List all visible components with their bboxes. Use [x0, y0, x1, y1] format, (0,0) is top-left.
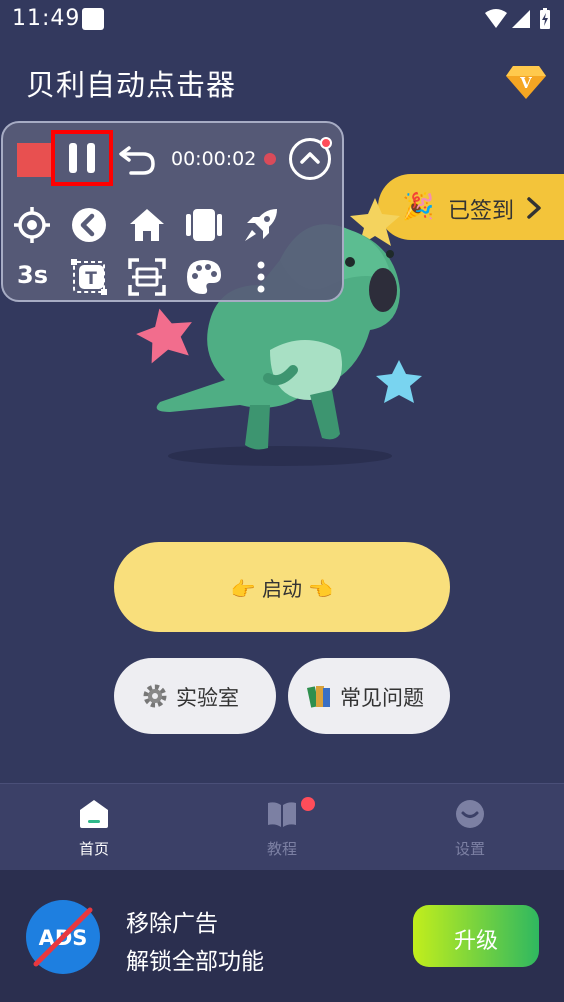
text-recognition-icon[interactable]: T [69, 257, 109, 297]
no-ads-icon: ADS [26, 900, 100, 974]
pause-icon-bar [87, 143, 95, 173]
tab-settings[interactable]: 设置 [376, 784, 564, 871]
back-icon[interactable] [69, 205, 109, 245]
ad-title: 移除广告 [126, 911, 218, 937]
notification-dot [320, 137, 332, 149]
status-bar: 11:49 [0, 0, 564, 40]
ad-subtitle: 解锁全部功能 [126, 949, 264, 975]
smile-icon [456, 800, 484, 828]
recording-timer: 00:00:02 [171, 148, 257, 170]
recents-icon[interactable] [184, 205, 224, 245]
star-pink [136, 308, 192, 364]
tab-settings-label: 设置 [454, 840, 485, 858]
home-tab-icon [80, 800, 108, 828]
star-blue [376, 360, 422, 403]
recording-dot-icon [264, 153, 276, 165]
target-icon[interactable] [12, 205, 52, 245]
pause-icon [69, 143, 77, 173]
upgrade-button-label: 升级 [453, 929, 498, 954]
undo-icon[interactable] [117, 139, 159, 177]
floating-control-panel: 00:00:02 3s T [1, 121, 344, 302]
faq-button[interactable]: 常见问题 [288, 658, 450, 734]
tab-home[interactable]: 首页 [0, 784, 188, 871]
status-icons [485, 8, 550, 29]
wifi-icon [485, 9, 507, 28]
tab-tutorial[interactable]: 教程 [188, 784, 376, 871]
status-time: 11:49 [12, 6, 81, 31]
svg-text:T: T [85, 269, 97, 289]
palette-icon[interactable] [184, 257, 224, 297]
scan-icon[interactable] [127, 257, 167, 297]
lab-button[interactable]: 实验室 [114, 658, 276, 734]
gear-icon [143, 684, 167, 708]
signin-label: 已签到 [448, 199, 515, 224]
more-vertical-icon[interactable] [241, 257, 281, 297]
faq-button-label: 常见问题 [340, 686, 424, 710]
tutorial-badge [301, 797, 315, 811]
chevron-right-icon [527, 197, 541, 219]
book-icon [268, 802, 296, 827]
signal-icon [512, 10, 530, 28]
lab-button-label: 实验室 [176, 686, 239, 710]
stop-icon[interactable] [17, 143, 51, 177]
start-button[interactable]: 👉 启动 👈 [114, 542, 450, 632]
start-button-label: 启动 [262, 577, 302, 601]
notification-square-icon [82, 8, 104, 30]
pointing-right-icon: 👉 [230, 577, 256, 601]
tab-home-label: 首页 [78, 840, 109, 858]
svg-text:V: V [519, 74, 532, 92]
app-title: 贝利自动点击器 [26, 68, 237, 102]
ad-banner: ADS 移除广告 解锁全部功能 升级 [0, 870, 564, 1002]
books-icon [307, 686, 330, 708]
battery-charging-icon [540, 8, 550, 29]
collapse-up-button[interactable] [289, 137, 332, 180]
upgrade-button[interactable]: 升级 [413, 905, 539, 967]
home-icon[interactable] [127, 205, 167, 245]
start-button-content: 👉 启动 👈 [114, 573, 450, 602]
pause-button[interactable] [51, 130, 113, 186]
rocket-icon[interactable] [241, 205, 281, 245]
tab-tutorial-label: 教程 [266, 840, 297, 858]
bottom-navigation: 首页 教程 设置 [0, 783, 564, 870]
pointing-left-icon: 👈 [308, 577, 334, 601]
delay-setting[interactable]: 3s [17, 261, 48, 289]
vip-diamond-icon[interactable]: V [505, 62, 547, 102]
